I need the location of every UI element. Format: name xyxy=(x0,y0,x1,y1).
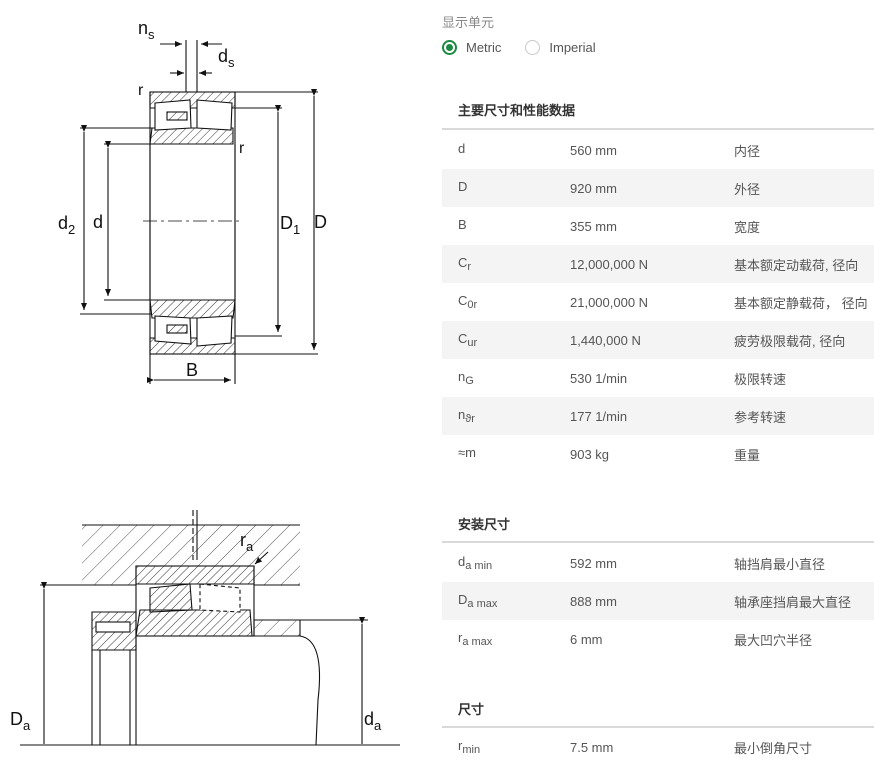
value-cell: 177 1/min xyxy=(570,408,628,424)
table-row: D 920 mm 外径 xyxy=(442,169,874,207)
value-cell: 7.5 mm xyxy=(570,739,614,755)
description-cell: 基本额定动载荷, 径向 xyxy=(734,257,859,273)
table-row: nϑr 177 1/min 参考转速 xyxy=(442,397,874,435)
section-title-main-dimensions: 主要尺寸和性能数据 xyxy=(458,103,576,118)
symbol-cell: ra max xyxy=(458,630,493,648)
radio-checked-icon xyxy=(442,40,457,55)
table-row: B 355 mm 宽度 xyxy=(442,207,874,245)
d-label: d xyxy=(93,212,103,232)
bearing-drawing: ns ds r r d2 d D1 D B ra Da da xyxy=(10,18,400,746)
symbol-cell: nG xyxy=(458,369,474,387)
metric-radio-label: Metric xyxy=(466,40,502,55)
description-cell: 内径 xyxy=(734,143,761,159)
symbol-cell: ≈m xyxy=(458,445,476,460)
table-row: d 560 mm 内径 xyxy=(442,131,874,169)
value-cell: 1,440,000 N xyxy=(570,332,641,348)
symbol-cell: C0r xyxy=(458,293,478,311)
symbol-cell: Cr xyxy=(458,255,472,273)
dimensions-table: rmin 7.5 mm 最小倒角尺寸 xyxy=(442,728,874,766)
symbol-cell: da min xyxy=(458,554,493,572)
symbol-cell: B xyxy=(458,217,467,232)
description-cell: 疲劳极限载荷, 径向 xyxy=(734,333,846,349)
section-divider xyxy=(442,541,874,543)
value-cell: 903 kg xyxy=(570,446,610,462)
value-cell: 530 1/min xyxy=(570,370,628,386)
D1-label: D1 xyxy=(280,213,300,237)
r-top-label: r xyxy=(138,82,144,99)
value-cell: 12,000,000 N xyxy=(570,256,649,272)
mounting-dimensions-table: da min 592 mm 轴挡肩最小直径 Da max 888 mm 轴承座挡肩最大直… xyxy=(442,544,874,658)
B-label: B xyxy=(186,360,198,380)
section-divider xyxy=(442,128,874,130)
table-row: ≈m 903 kg 重量 xyxy=(442,435,874,473)
description-cell: 外径 xyxy=(734,181,761,197)
imperial-radio-label: Imperial xyxy=(549,40,596,55)
symbol-cell: Cur xyxy=(458,331,478,349)
description-cell: 轴承座挡肩最大直径 xyxy=(734,594,852,610)
value-cell: 888 mm xyxy=(570,593,617,609)
description-cell: 最小倒角尺寸 xyxy=(734,740,813,756)
table-row: nG 530 1/min 极限转速 xyxy=(442,359,874,397)
da-label: da xyxy=(364,709,382,733)
table-row: rmin 7.5 mm 最小倒角尺寸 xyxy=(442,728,874,766)
Da-label: Da xyxy=(10,709,31,733)
r-right-label: r xyxy=(239,140,245,157)
value-cell: 920 mm xyxy=(570,180,617,196)
table-row: Da max 888 mm 轴承座挡肩最大直径 xyxy=(442,582,874,620)
section-title-mounting-dimensions: 安装尺寸 xyxy=(458,517,511,532)
symbol-cell: rmin xyxy=(458,738,481,756)
description-cell: 极限转速 xyxy=(734,371,787,387)
description-cell: 宽度 xyxy=(734,219,761,235)
symbol-cell: nϑr xyxy=(458,407,475,425)
description-cell: 轴挡肩最小直径 xyxy=(734,556,826,572)
table-row: ra max 6 mm 最大凹穴半径 xyxy=(442,620,874,658)
table-row: Cur 1,440,000 N 疲劳极限载荷, 径向 xyxy=(442,321,874,359)
table-row: da min 592 mm 轴挡肩最小直径 xyxy=(442,544,874,582)
description-cell: 重量 xyxy=(734,447,761,463)
section-title-dimensions: 尺寸 xyxy=(458,702,485,717)
value-cell: 6 mm xyxy=(570,631,603,647)
ds-label: ds xyxy=(218,46,235,70)
main-dimensions-table: d 560 mm 内径 D 920 mm 外径 B 355 mm 宽度 Cr 12,000,0… xyxy=(442,131,874,473)
description-cell: 基本额定静载荷， 径向 xyxy=(734,295,868,311)
description-cell: 参考转速 xyxy=(734,409,787,425)
table-row: Cr 12,000,000 N 基本额定动载荷, 径向 xyxy=(442,245,874,283)
imperial-radio[interactable]: Imperial xyxy=(525,40,596,55)
metric-radio[interactable]: Metric xyxy=(442,40,501,55)
d2-label: d2 xyxy=(58,213,75,237)
value-cell: 355 mm xyxy=(570,218,617,234)
ns-label: ns xyxy=(138,18,155,42)
table-row: C0r 21,000,000 N 基本额定静载荷， 径向 xyxy=(442,283,874,321)
symbol-cell: D xyxy=(458,179,468,194)
value-cell: 592 mm xyxy=(570,555,617,571)
symbol-cell: d xyxy=(458,141,466,156)
units-radio-group: Metric Imperial xyxy=(442,40,620,55)
value-cell: 21,000,000 N xyxy=(570,294,649,310)
radio-unchecked-icon xyxy=(525,40,541,55)
units-label: 显示单元 xyxy=(442,15,495,30)
D-label: D xyxy=(314,212,327,232)
symbol-cell: Da max xyxy=(458,592,498,610)
value-cell: 560 mm xyxy=(570,142,617,158)
description-cell: 最大凹穴半径 xyxy=(734,632,813,648)
